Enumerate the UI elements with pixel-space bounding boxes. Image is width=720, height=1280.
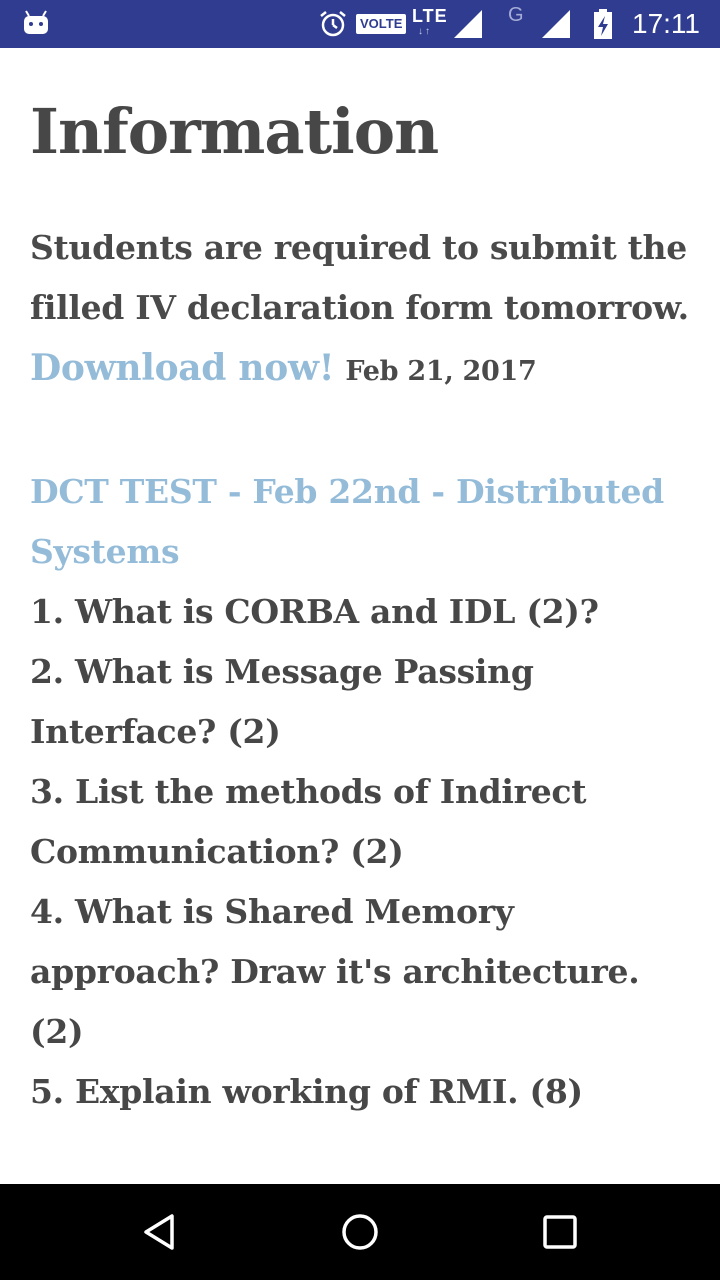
question-item: 5. Explain working of RMI. (8) [30,1072,583,1111]
signal-icon [454,10,482,38]
data-activity-icon: ↓↑ [418,26,432,37]
clock: 17:11 [632,8,700,39]
question-item: 3. List the methods of Indirect Communic… [30,772,587,871]
back-icon[interactable] [138,1210,182,1254]
question-item: 1. What is CORBA and IDL (2)? [30,592,599,631]
network-g-label: G [508,4,524,26]
question-item: 2. What is Message Passing Interface? (2… [30,652,534,751]
battery-charging-icon [594,9,612,39]
lte-label: LTE [412,6,448,26]
dct-test-section: DCT TEST - Feb 22nd - Distributed System… [30,462,700,1122]
main-content: Information Students are required to sub… [30,90,700,1122]
download-link[interactable]: Download now! [30,347,335,389]
alarm-icon [320,11,346,37]
page-title: Information [30,95,439,168]
notice: Students are required to submit the fill… [30,218,700,402]
section-title[interactable]: DCT TEST - Feb 22nd - Distributed System… [30,462,700,582]
home-icon[interactable] [338,1210,382,1254]
signal-icon [542,10,570,38]
navigation-bar [0,1184,720,1280]
notice-date: Feb 21, 2017 [345,356,537,387]
notice-text: Students are required to submit the fill… [30,228,689,327]
recents-icon[interactable] [538,1210,582,1254]
status-bar: VOLTE LTE ↓↑ G 17:11 [0,0,720,48]
volte-badge: VOLTE [356,14,407,34]
question-item: 4. What is Shared Memory approach? Draw … [30,892,640,1051]
android-icon [24,10,48,34]
